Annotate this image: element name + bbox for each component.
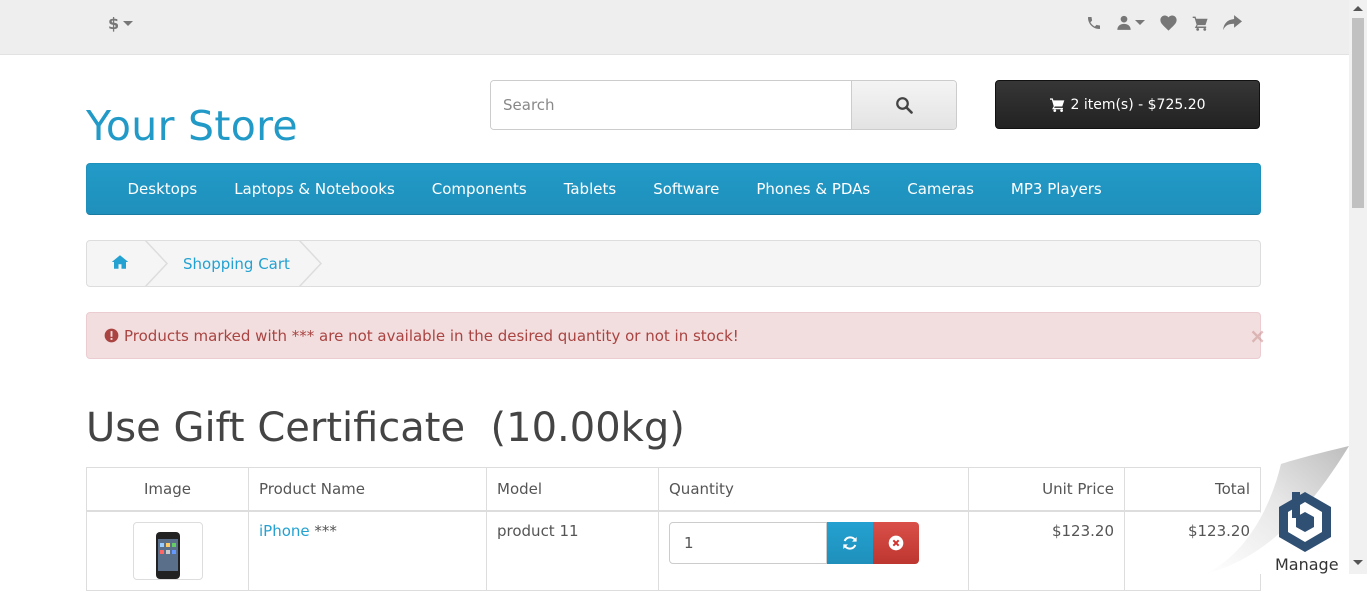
phone-icon[interactable] — [1086, 15, 1102, 31]
store-logo[interactable]: Your Store — [86, 102, 298, 150]
breadcrumb: Shopping Cart — [86, 240, 1261, 287]
menu-item-desktops[interactable]: Desktops — [109, 180, 216, 198]
chevron-down-icon — [123, 21, 134, 26]
menu-item-tablets[interactable]: Tablets — [545, 180, 635, 198]
refresh-icon — [843, 535, 857, 550]
breadcrumb-separator — [299, 240, 323, 287]
quantity-group — [669, 521, 958, 564]
quantity-cell — [658, 510, 969, 591]
chevron-down-icon — [1135, 20, 1145, 25]
manage-label: Manage — [1275, 555, 1339, 574]
cart-icon[interactable] — [1192, 15, 1209, 31]
currency-dropdown[interactable]: $ — [108, 14, 134, 33]
column-header-model: Model — [486, 467, 659, 512]
scroll-down-icon[interactable] — [1353, 560, 1363, 565]
manage-widget[interactable]: Manage — [1205, 446, 1349, 574]
vertical-scrollbar[interactable] — [1349, 0, 1367, 574]
column-header-image: Image — [86, 467, 249, 512]
times-circle-icon — [888, 535, 904, 550]
update-button[interactable] — [827, 521, 873, 564]
main-menu: Desktops Laptops & Notebooks Components … — [86, 163, 1261, 215]
scroll-up-icon[interactable] — [1353, 6, 1363, 11]
home-icon[interactable] — [111, 254, 129, 274]
search-button[interactable] — [851, 81, 956, 129]
menu-item-cameras[interactable]: Cameras — [889, 180, 993, 198]
table-header-row: Image Product Name Model Quantity Unit P… — [86, 467, 1261, 512]
product-thumbnail[interactable] — [132, 521, 203, 580]
heart-icon[interactable] — [1159, 14, 1178, 31]
product-name-cell: iPhone *** — [248, 510, 487, 591]
alert-text: Products marked with *** are not availab… — [124, 326, 739, 345]
cart-icon — [1050, 98, 1065, 112]
product-model-cell: product 11 — [486, 510, 659, 591]
table-row: iPhone *** product 11 $123.20 $123.20 — [86, 510, 1261, 591]
iphone-image — [155, 531, 180, 579]
breadcrumb-shopping-cart[interactable]: Shopping Cart — [183, 255, 290, 273]
breadcrumb-separator — [145, 240, 169, 287]
product-link[interactable]: iPhone — [259, 522, 310, 540]
product-image-cell — [86, 510, 249, 591]
menu-item-mp3-players[interactable]: MP3 Players — [992, 180, 1120, 198]
cart-total: 2 item(s) - $725.20 — [1070, 96, 1206, 113]
manage-logo-icon — [1279, 492, 1331, 552]
search-box — [490, 80, 957, 130]
menu-item-phones[interactable]: Phones & PDAs — [738, 180, 889, 198]
column-header-unit-price: Unit Price — [968, 467, 1125, 512]
unit-price-cell: $123.20 — [968, 510, 1125, 591]
column-header-quantity: Quantity — [658, 467, 969, 512]
out-of-stock-mark: *** — [309, 521, 337, 540]
user-icon — [1117, 15, 1131, 30]
menu-item-components[interactable]: Components — [413, 180, 545, 198]
top-bar: $ — [0, 0, 1349, 55]
quantity-input[interactable] — [669, 521, 827, 564]
menu-item-laptops[interactable]: Laptops & Notebooks — [216, 180, 414, 198]
cart-button[interactable]: 2 item(s) - $725.20 — [995, 80, 1260, 129]
search-icon — [896, 97, 913, 114]
share-icon[interactable] — [1223, 14, 1242, 31]
exclamation-circle-icon — [104, 328, 119, 343]
menu-item-software[interactable]: Software — [635, 180, 738, 198]
column-header-product-name: Product Name — [248, 467, 487, 512]
scrollbar-thumb[interactable] — [1352, 18, 1364, 208]
currency-symbol: $ — [108, 14, 120, 33]
cart-table: Image Product Name Model Quantity Unit P… — [86, 467, 1261, 591]
stock-warning-alert: Products marked with *** are not availab… — [86, 312, 1266, 359]
top-links — [1086, 14, 1242, 31]
close-icon[interactable]: × — [1249, 324, 1266, 348]
page-title: Use Gift Certificate (10.00kg) — [86, 405, 685, 451]
account-dropdown[interactable] — [1116, 14, 1145, 31]
search-input[interactable] — [491, 81, 851, 129]
remove-button[interactable] — [873, 521, 919, 564]
